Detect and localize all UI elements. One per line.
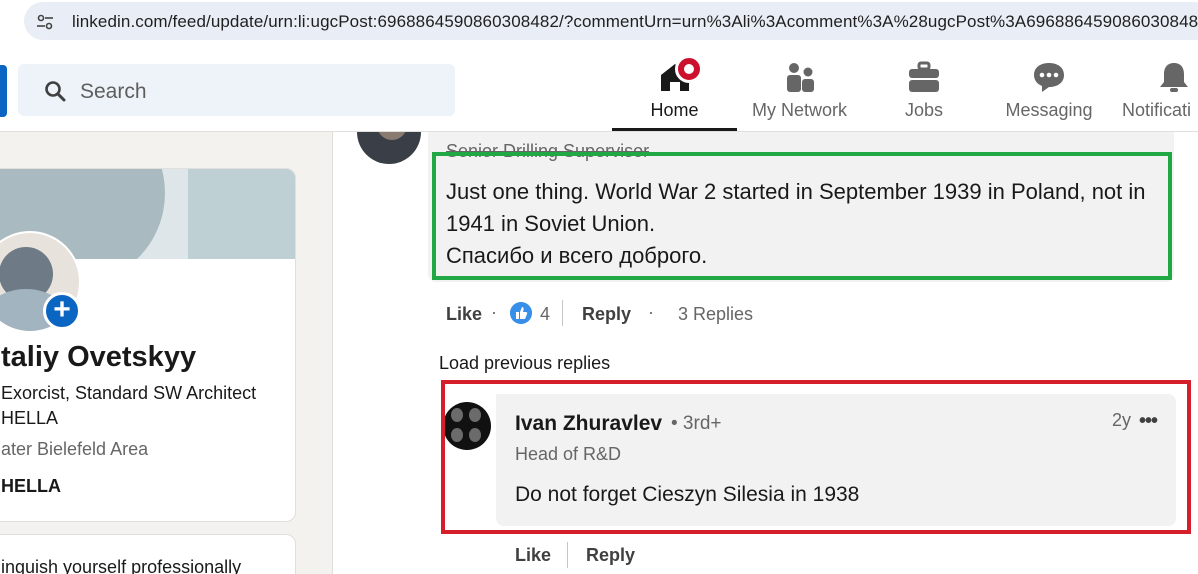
like-button[interactable]: Like — [446, 304, 482, 325]
separator-dot: · — [491, 302, 497, 322]
profile-company[interactable]: HELLA — [1, 476, 61, 497]
linkedin-global-nav: Search Home My Network Jobs Messaging No… — [0, 50, 1198, 132]
network-icon — [786, 63, 814, 92]
divider — [562, 300, 563, 326]
search-input[interactable]: Search — [18, 64, 455, 116]
active-tab-indicator — [612, 128, 737, 131]
reply-reply-button[interactable]: Reply — [586, 545, 635, 566]
like-reaction-icon[interactable] — [510, 302, 532, 324]
left-sidebar: + taliy Ovetskyy Exorcist, Standard SW A… — [0, 132, 330, 574]
messaging-icon — [1034, 63, 1064, 92]
divider — [567, 542, 568, 568]
nav-notifications[interactable]: Notificati — [1122, 50, 1198, 132]
nav-my-network-label: My Network — [751, 100, 847, 120]
url-text: linkedin.com/feed/update/urn:li:ugcPost:… — [72, 12, 1198, 31]
comment-author-avatar[interactable] — [357, 132, 421, 164]
separator-dot: · — [648, 302, 654, 322]
nav-messaging[interactable]: Messaging — [996, 50, 1102, 132]
green-highlight-box — [432, 152, 1172, 280]
add-photo-button[interactable]: + — [43, 292, 81, 330]
profile-headline: Exorcist, Standard SW Architect — [1, 383, 257, 403]
premium-promo-card[interactable]: inguish yourself professionally — [0, 534, 296, 574]
search-placeholder: Search — [80, 80, 147, 103]
browser-address-bar: linkedin.com/feed/update/urn:li:ugcPost:… — [0, 0, 1198, 50]
post-comments-panel: Senior Drilling Supervisor Just one thin… — [332, 132, 1198, 574]
reaction-count[interactable]: 4 — [540, 304, 550, 325]
profile-name[interactable]: taliy Ovetskyy — [1, 341, 196, 374]
search-icon — [45, 81, 66, 102]
red-highlight-box — [441, 380, 1191, 534]
nav-home-label: Home — [650, 100, 699, 120]
notification-badge — [675, 55, 703, 83]
nav-messaging-label: Messaging — [1005, 100, 1093, 120]
site-settings-icon[interactable] — [36, 13, 54, 31]
load-previous-replies-button[interactable]: Load previous replies — [439, 353, 610, 374]
profile-card: + taliy Ovetskyy Exorcist, Standard SW A… — [0, 168, 296, 522]
nav-home[interactable]: Home — [612, 50, 737, 132]
replies-count-link[interactable]: 3 Replies — [678, 304, 753, 325]
profile-headline-2: HELLA — [1, 408, 59, 428]
reply-button[interactable]: Reply — [582, 304, 631, 325]
promo-text: inguish yourself professionally — [1, 557, 242, 574]
nav-jobs[interactable]: Jobs — [880, 50, 968, 132]
linkedin-logo-icon[interactable] — [0, 65, 7, 117]
nav-notifications-label: Notificati — [1122, 100, 1192, 120]
nav-jobs-label: Jobs — [904, 100, 944, 120]
briefcase-icon — [909, 61, 939, 92]
profile-location: ater Bielefeld Area — [1, 439, 149, 459]
reply-like-button[interactable]: Like — [515, 545, 551, 566]
bell-icon — [1160, 63, 1188, 92]
url-field[interactable]: linkedin.com/feed/update/urn:li:ugcPost:… — [24, 2, 1198, 40]
nav-my-network[interactable]: My Network — [742, 50, 857, 132]
